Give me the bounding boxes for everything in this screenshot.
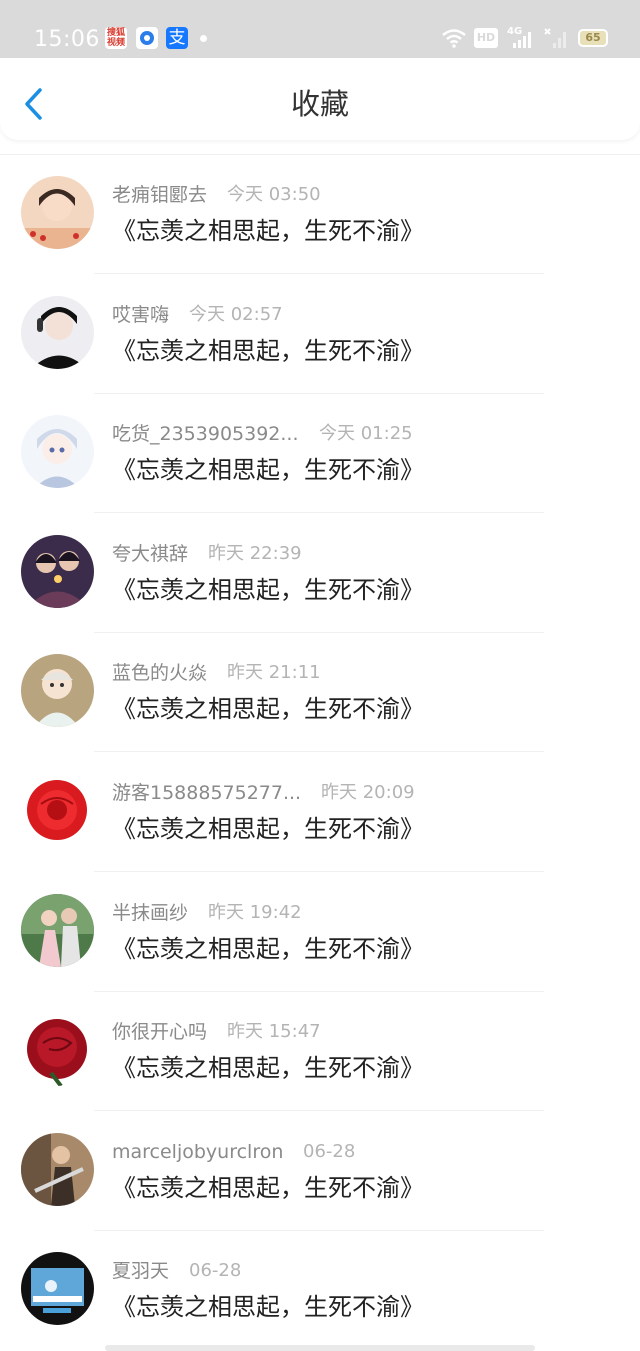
username: 半抹画纱 bbox=[112, 901, 189, 924]
list-item[interactable]: 老痈钼郾去 今天 03:50 《忘羡之相思起，生死不渝》 bbox=[0, 154, 640, 274]
alipay-app-icon: 支 bbox=[166, 27, 188, 49]
username: 老痈钼郾去 bbox=[112, 184, 208, 206]
avatar[interactable] bbox=[21, 295, 94, 369]
header: 收藏 bbox=[0, 58, 640, 140]
signal-4g-icon: 4G bbox=[507, 27, 537, 49]
list-item[interactable]: 吃货_2353905392... 今天 01:25 《忘羡之相思起，生死不渝》 bbox=[0, 393, 640, 514]
username: 游客15888575277... bbox=[112, 782, 302, 804]
signal-no-service-icon bbox=[544, 28, 566, 48]
avatar[interactable] bbox=[21, 534, 94, 608]
list-item[interactable]: 半抹画纱 昨天 19:42 《忘羡之相思起，生死不渝》 bbox=[0, 872, 640, 992]
timestamp: 昨天 19:42 bbox=[208, 901, 302, 923]
username: marceljobyurclron bbox=[112, 1140, 284, 1163]
favorite-title: 《忘羡之相思起，生死不渝》 bbox=[112, 336, 424, 365]
favorite-title: 《忘羡之相思起，生死不渝》 bbox=[112, 695, 424, 724]
battery-icon: 65 bbox=[578, 29, 608, 47]
timestamp: 昨天 20:09 bbox=[321, 782, 415, 803]
username: 哎害嗨 bbox=[112, 303, 170, 326]
favorite-title: 《忘羡之相思起，生死不渝》 bbox=[112, 815, 424, 843]
favorite-title: 《忘羡之相思起，生死不渝》 bbox=[112, 217, 424, 245]
timestamp: 昨天 15:47 bbox=[227, 1021, 321, 1043]
list-item[interactable]: 夏羽天 06-28 《忘羡之相思起，生死不渝》 bbox=[0, 1230, 640, 1350]
list-item[interactable]: 哎害嗨 今天 02:57 《忘羡之相思起，生死不渝》 bbox=[0, 274, 640, 394]
avatar[interactable] bbox=[21, 774, 94, 847]
favorite-title: 《忘羡之相思起，生死不渝》 bbox=[112, 456, 424, 485]
favorite-title: 《忘羡之相思起，生死不渝》 bbox=[112, 1293, 424, 1322]
list-item[interactable]: 你很开心吗 昨天 15:47 《忘羡之相思起，生死不渝》 bbox=[0, 991, 640, 1112]
list-item[interactable]: marceljobyurclron 06-28 《忘羡之相思起，生死不渝》 bbox=[0, 1111, 640, 1231]
avatar[interactable] bbox=[21, 1132, 94, 1206]
username: 吃货_2353905392... bbox=[112, 423, 299, 446]
list-item[interactable]: 蓝色的火焱 昨天 21:11 《忘羡之相思起，生死不渝》 bbox=[0, 632, 640, 753]
timestamp: 昨天 22:39 bbox=[208, 542, 302, 564]
avatar[interactable] bbox=[21, 176, 94, 249]
bottom-scroll-indicator bbox=[105, 1345, 535, 1351]
sohu-video-app-icon: 搜狐视频 bbox=[105, 27, 127, 49]
hd-icon: HD bbox=[474, 28, 498, 48]
list-item[interactable]: 游客15888575277... 昨天 20:09 《忘羡之相思起，生死不渝》 bbox=[0, 752, 640, 872]
list-item[interactable]: 夸大祺辞 昨天 22:39 《忘羡之相思起，生死不渝》 bbox=[0, 513, 640, 633]
avatar[interactable] bbox=[21, 1013, 94, 1087]
timestamp: 今天 03:50 bbox=[227, 184, 321, 205]
status-bar: 15:06 搜狐视频 支 HD 4G 65 bbox=[0, 0, 640, 58]
page-title: 收藏 bbox=[290, 87, 349, 121]
username: 你很开心吗 bbox=[112, 1021, 208, 1044]
avatar[interactable] bbox=[21, 654, 94, 728]
browser-app-icon bbox=[136, 27, 158, 49]
favorite-title: 《忘羡之相思起，生死不渝》 bbox=[112, 1054, 424, 1083]
timestamp: 今天 01:25 bbox=[319, 423, 413, 445]
avatar[interactable] bbox=[21, 1252, 94, 1326]
favorite-title: 《忘羡之相思起，生死不渝》 bbox=[112, 934, 424, 963]
timestamp: 今天 02:57 bbox=[189, 303, 283, 325]
wifi-icon bbox=[442, 29, 466, 48]
notification-dot-icon bbox=[200, 35, 207, 42]
avatar[interactable] bbox=[21, 893, 94, 967]
timestamp: 昨天 21:11 bbox=[227, 662, 321, 684]
username: 夸大祺辞 bbox=[112, 542, 189, 565]
username: 夏羽天 bbox=[112, 1260, 170, 1283]
favorite-title: 《忘羡之相思起，生死不渝》 bbox=[112, 575, 424, 604]
timestamp: 06-28 bbox=[303, 1140, 356, 1162]
status-time: 15:06 bbox=[34, 27, 100, 52]
avatar[interactable] bbox=[21, 415, 94, 489]
favorite-title: 《忘羡之相思起，生死不渝》 bbox=[112, 1173, 424, 1202]
username: 蓝色的火焱 bbox=[112, 662, 208, 685]
timestamp: 06-28 bbox=[189, 1260, 242, 1282]
